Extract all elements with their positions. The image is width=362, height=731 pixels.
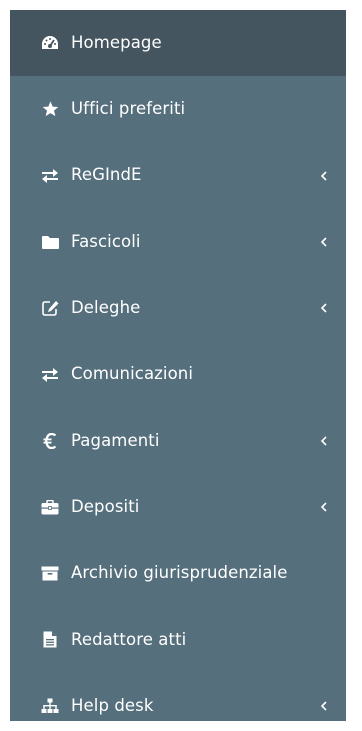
euro-icon <box>41 432 59 450</box>
sidebar-item-label: Archivio giurisprudenziale <box>71 563 288 583</box>
sidebar-item-help-desk[interactable]: Help desk <box>10 673 346 721</box>
sidebar-item-fascicoli[interactable]: Fascicoli <box>10 209 346 275</box>
sidebar-item-label: Fascicoli <box>71 231 141 251</box>
sidebar-item-label: Homepage <box>71 32 162 52</box>
sidebar-item-label: ReGIndE <box>71 165 142 185</box>
sidebar-item-homepage[interactable]: Homepage <box>10 10 346 77</box>
sidebar-item-label: Comunicazioni <box>71 364 194 384</box>
exchange-icon <box>41 167 59 185</box>
chevron-left-icon[interactable] <box>320 170 328 182</box>
sidebar-item-archivio-giurisprudenziale[interactable]: Archivio giurisprudenziale <box>10 540 346 606</box>
edit-icon <box>41 299 59 317</box>
folder-icon <box>41 233 59 251</box>
star-icon <box>41 100 59 118</box>
sidebar-item-label: Deleghe <box>71 298 141 318</box>
chevron-left-icon[interactable] <box>320 435 328 447</box>
sidebar-item-regind[interactable]: ReGIndE <box>10 143 346 209</box>
chevron-left-icon[interactable] <box>320 236 328 248</box>
sidebar-item-deleghe[interactable]: Deleghe <box>10 275 346 341</box>
sidebar-item-depositi[interactable]: Depositi <box>10 474 346 540</box>
sitemap-icon <box>41 697 59 715</box>
sidebar-item-pagamenti[interactable]: Pagamenti <box>10 408 346 474</box>
sidebar-item-label: Redattore atti <box>71 629 187 649</box>
sidebar-item-label: Uffici preferiti <box>71 99 186 119</box>
exchange-icon <box>41 366 59 384</box>
sidebar-item-uffici-preferiti[interactable]: Uffici preferiti <box>10 76 346 142</box>
archive-icon <box>41 565 59 583</box>
sidebar-item-comunicazioni[interactable]: Comunicazioni <box>10 341 346 407</box>
chevron-left-icon[interactable] <box>320 501 328 513</box>
briefcase-icon <box>41 498 59 516</box>
sidebar-item-redattore-atti[interactable]: Redattore atti <box>10 607 346 673</box>
dashboard-icon <box>41 34 59 52</box>
sidebar-item-label: Depositi <box>71 496 140 516</box>
sidebar-item-label: Help desk <box>71 695 154 715</box>
chevron-left-icon[interactable] <box>320 302 328 314</box>
sidebar-menu: Homepage Uffici preferiti ReGIndE Fascic… <box>10 10 346 721</box>
sidebar-item-label: Pagamenti <box>71 430 160 450</box>
file-text-icon <box>41 631 59 649</box>
chevron-left-icon[interactable] <box>320 700 328 712</box>
